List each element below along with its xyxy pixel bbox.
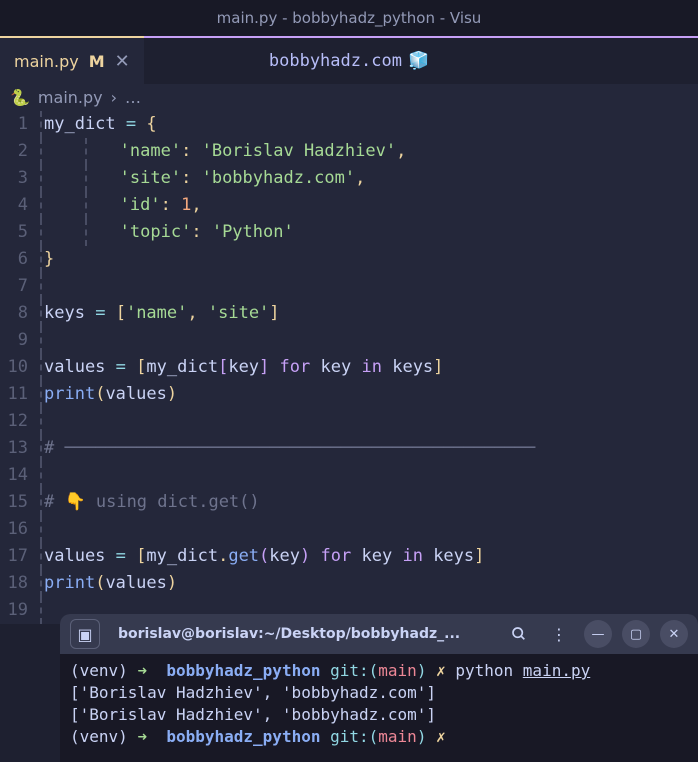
- line-number-gutter: 12345678910111213141516171819: [0, 111, 36, 624]
- editor-tab[interactable]: main.py M ✕: [0, 38, 144, 84]
- code-line[interactable]: }: [40, 246, 698, 273]
- code-line[interactable]: 'site': 'bobbyhadz.com',: [40, 165, 698, 192]
- breadcrumb-file: main.py: [38, 88, 103, 107]
- breadcrumb-ellipsis: …: [125, 88, 141, 107]
- line-number: 16: [0, 516, 28, 543]
- code-line[interactable]: 'name': 'Borislav Hadzhiev',: [40, 138, 698, 165]
- line-number: 4: [0, 192, 28, 219]
- line-number: 12: [0, 408, 28, 435]
- close-window-icon[interactable]: ✕: [660, 620, 688, 648]
- terminal-line: ['Borislav Hadzhiev', 'bobbyhadz.com']: [70, 682, 688, 704]
- code-line[interactable]: values = [my_dict[key] for key in keys]: [40, 354, 698, 381]
- maximize-icon[interactable]: ▢: [622, 620, 650, 648]
- line-number: 15: [0, 489, 28, 516]
- new-tab-icon[interactable]: ▣: [70, 619, 100, 649]
- line-number: 5: [0, 219, 28, 246]
- line-number: 3: [0, 165, 28, 192]
- code-line[interactable]: [40, 327, 698, 354]
- cube-icon: 🧊: [408, 51, 429, 71]
- terminal-output[interactable]: (venv) ➜ bobbyhadz_python git:(main) ✗ p…: [60, 654, 698, 762]
- line-number: 9: [0, 327, 28, 354]
- code-line[interactable]: [40, 273, 698, 300]
- tab-filename: main.py: [14, 52, 79, 71]
- code-line[interactable]: [40, 516, 698, 543]
- search-icon[interactable]: [504, 619, 534, 649]
- line-number: 2: [0, 138, 28, 165]
- window-title: main.py - bobbyhadz_python - Visu: [217, 9, 482, 27]
- line-number: 14: [0, 462, 28, 489]
- close-icon[interactable]: ✕: [115, 51, 130, 72]
- breadcrumb[interactable]: 🐍 main.py › …: [0, 84, 698, 111]
- line-number: 7: [0, 273, 28, 300]
- terminal-window: ▣ borislav@borislav:~/Desktop/bobbyhadz_…: [60, 614, 698, 762]
- code-line[interactable]: 'id': 1,: [40, 192, 698, 219]
- code-line[interactable]: 'topic': 'Python': [40, 219, 698, 246]
- terminal-header: ▣ borislav@borislav:~/Desktop/bobbyhadz_…: [60, 614, 698, 654]
- line-number: 19: [0, 597, 28, 624]
- code-line[interactable]: keys = ['name', 'site']: [40, 300, 698, 327]
- code-line[interactable]: [40, 408, 698, 435]
- code-line[interactable]: [40, 462, 698, 489]
- line-number: 11: [0, 381, 28, 408]
- watermark: bobbyhadz.com 🧊: [269, 51, 429, 71]
- code-content[interactable]: my_dict = { 'name': 'Borislav Hadzhiev',…: [36, 111, 698, 624]
- line-number: 8: [0, 300, 28, 327]
- line-number: 13: [0, 435, 28, 462]
- code-line[interactable]: # ──────────────────────────────────────…: [40, 435, 698, 462]
- minimize-icon[interactable]: —: [584, 620, 612, 648]
- window-title-bar: main.py - bobbyhadz_python - Visu: [0, 0, 698, 36]
- line-number: 1: [0, 111, 28, 138]
- code-line[interactable]: # 👇 using dict.get(): [40, 489, 698, 516]
- line-number: 18: [0, 570, 28, 597]
- line-number: 6: [0, 246, 28, 273]
- code-line[interactable]: values = [my_dict.get(key) for key in ke…: [40, 543, 698, 570]
- line-number: 17: [0, 543, 28, 570]
- code-line[interactable]: print(values): [40, 570, 698, 597]
- tab-modified-indicator: M: [89, 52, 105, 71]
- terminal-line: (venv) ➜ bobbyhadz_python git:(main) ✗: [70, 726, 688, 748]
- code-line[interactable]: print(values): [40, 381, 698, 408]
- breadcrumb-separator: ›: [111, 88, 117, 107]
- terminal-line: ['Borislav Hadzhiev', 'bobbyhadz.com']: [70, 704, 688, 726]
- menu-icon[interactable]: ⋮: [544, 619, 574, 649]
- python-icon: 🐍: [10, 88, 30, 107]
- terminal-line: (venv) ➜ bobbyhadz_python git:(main) ✗ p…: [70, 660, 688, 682]
- terminal-title: borislav@borislav:~/Desktop/bobbyhadz_..…: [110, 626, 494, 642]
- watermark-text: bobbyhadz.com: [269, 51, 402, 71]
- code-editor[interactable]: 12345678910111213141516171819 my_dict = …: [0, 111, 698, 624]
- tab-bar: main.py M ✕ bobbyhadz.com 🧊: [0, 36, 698, 84]
- code-line[interactable]: my_dict = {: [40, 111, 698, 138]
- line-number: 10: [0, 354, 28, 381]
